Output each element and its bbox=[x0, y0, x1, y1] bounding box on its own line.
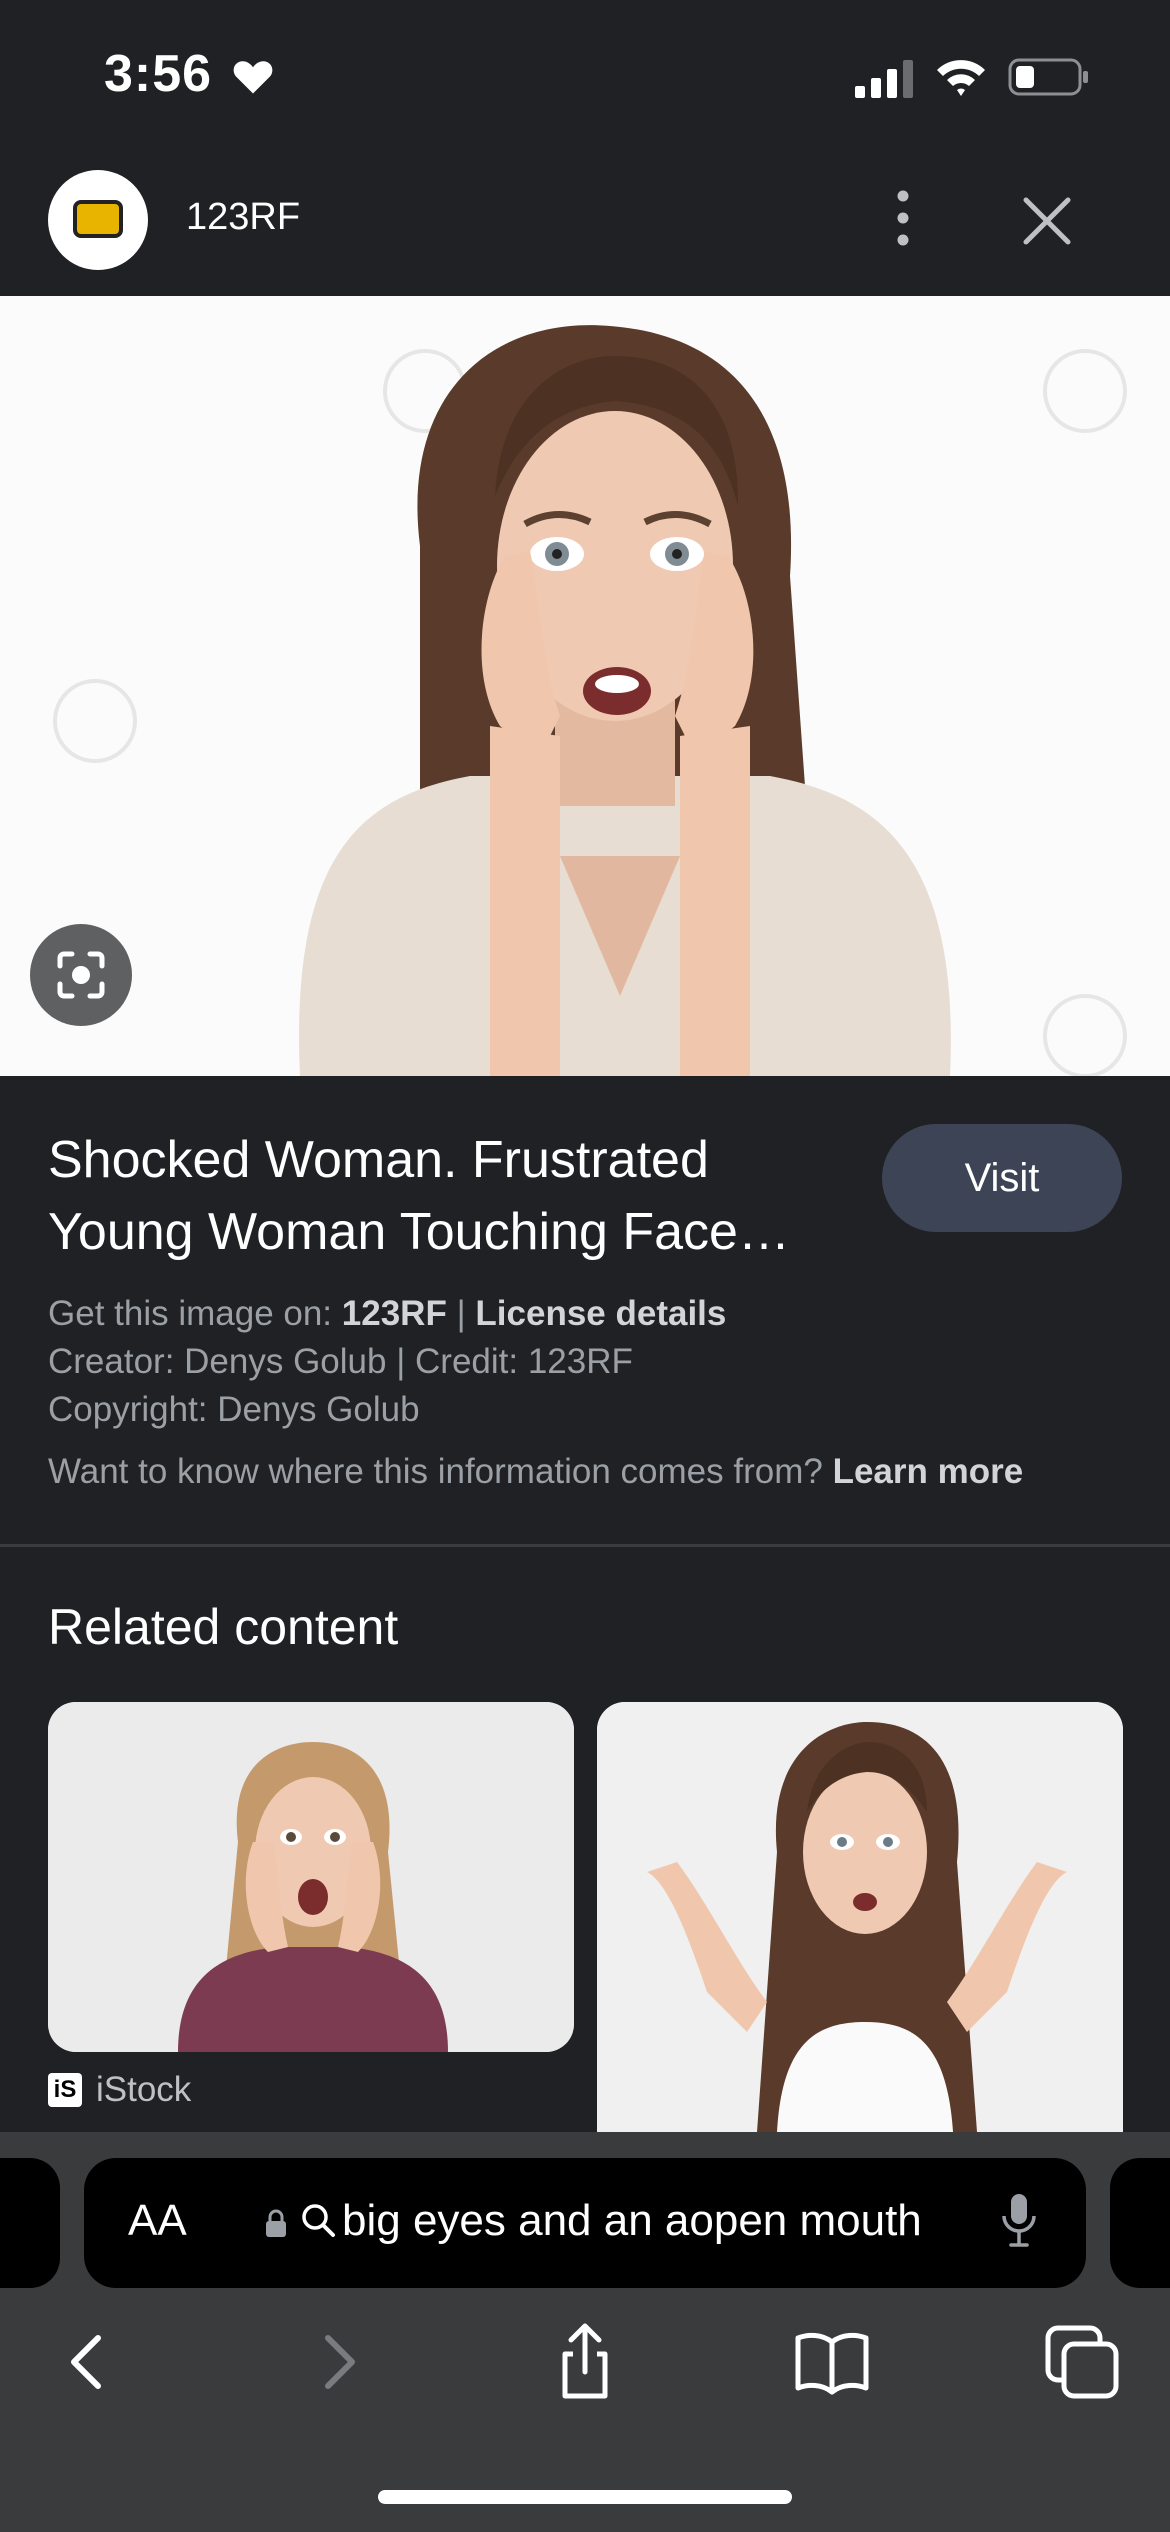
result-title[interactable]: Shocked Woman. Frustrated Young Woman To… bbox=[48, 1124, 848, 1268]
info-question: Want to know where this information come… bbox=[48, 1452, 823, 1491]
lock-icon bbox=[266, 2209, 286, 2237]
result-title-line-1: Shocked Woman. Frustrated bbox=[48, 1131, 709, 1189]
next-tab-preview[interactable] bbox=[1110, 2158, 1170, 2288]
get-image-label: Get this image on: bbox=[48, 1294, 333, 1333]
battery-icon bbox=[1008, 58, 1088, 96]
forward-icon[interactable] bbox=[296, 2320, 380, 2404]
creator-line: Creator: Denys Golub | Credit: 123RF bbox=[48, 1342, 633, 1381]
source-line: Get this image on: 123RF | License detai… bbox=[48, 1294, 726, 1334]
search-icon bbox=[302, 2204, 335, 2237]
address-query-text: big eyes and an aopen mouth bbox=[342, 2196, 922, 2245]
learn-more-link[interactable]: Learn more bbox=[833, 1452, 1024, 1491]
lens-icon bbox=[57, 951, 105, 999]
cellular-signal-icon bbox=[855, 60, 913, 98]
source-link[interactable]: 123RF bbox=[342, 1294, 447, 1333]
bookmarks-icon[interactable] bbox=[790, 2320, 874, 2404]
related-source-istock[interactable]: iS iStock bbox=[48, 2070, 191, 2110]
license-details-link[interactable]: License details bbox=[475, 1294, 726, 1333]
status-time: 3:56 bbox=[104, 45, 213, 103]
main-result-image[interactable] bbox=[0, 296, 1170, 1076]
visit-button[interactable]: Visit bbox=[882, 1124, 1122, 1232]
tabs-icon[interactable] bbox=[1040, 2320, 1124, 2404]
wifi-icon bbox=[937, 60, 985, 96]
info-source-line: Want to know where this information come… bbox=[48, 1452, 1023, 1492]
related-card-1[interactable] bbox=[48, 1702, 574, 2052]
istock-logo-icon: iS bbox=[48, 2073, 82, 2107]
more-options-icon[interactable] bbox=[880, 186, 926, 250]
site-logo bbox=[48, 170, 148, 270]
close-icon[interactable] bbox=[1020, 194, 1074, 248]
related-source-name: iStock bbox=[96, 2070, 192, 2109]
site-name: 123RF bbox=[186, 196, 301, 238]
microphone-icon[interactable] bbox=[1000, 2192, 1038, 2250]
share-icon[interactable] bbox=[543, 2320, 627, 2404]
lens-search-button[interactable] bbox=[30, 924, 132, 1026]
related-image-1 bbox=[48, 1702, 574, 2052]
back-icon[interactable] bbox=[46, 2320, 130, 2404]
divider bbox=[0, 1544, 1170, 1547]
related-image-2 bbox=[597, 1702, 1123, 2132]
related-content-heading: Related content bbox=[48, 1599, 399, 1655]
heart-icon bbox=[233, 61, 273, 94]
copyright-line: Copyright: Denys Golub bbox=[48, 1390, 420, 1429]
source-header bbox=[0, 150, 1170, 296]
related-card-2[interactable] bbox=[597, 1702, 1123, 2132]
result-title-line-2: Young Woman Touching Face… bbox=[48, 1203, 790, 1261]
previous-tab-preview[interactable] bbox=[0, 2158, 60, 2288]
separator: | bbox=[456, 1294, 466, 1333]
home-indicator[interactable] bbox=[378, 2490, 792, 2504]
reader-options-button[interactable]: AA bbox=[128, 2196, 187, 2246]
